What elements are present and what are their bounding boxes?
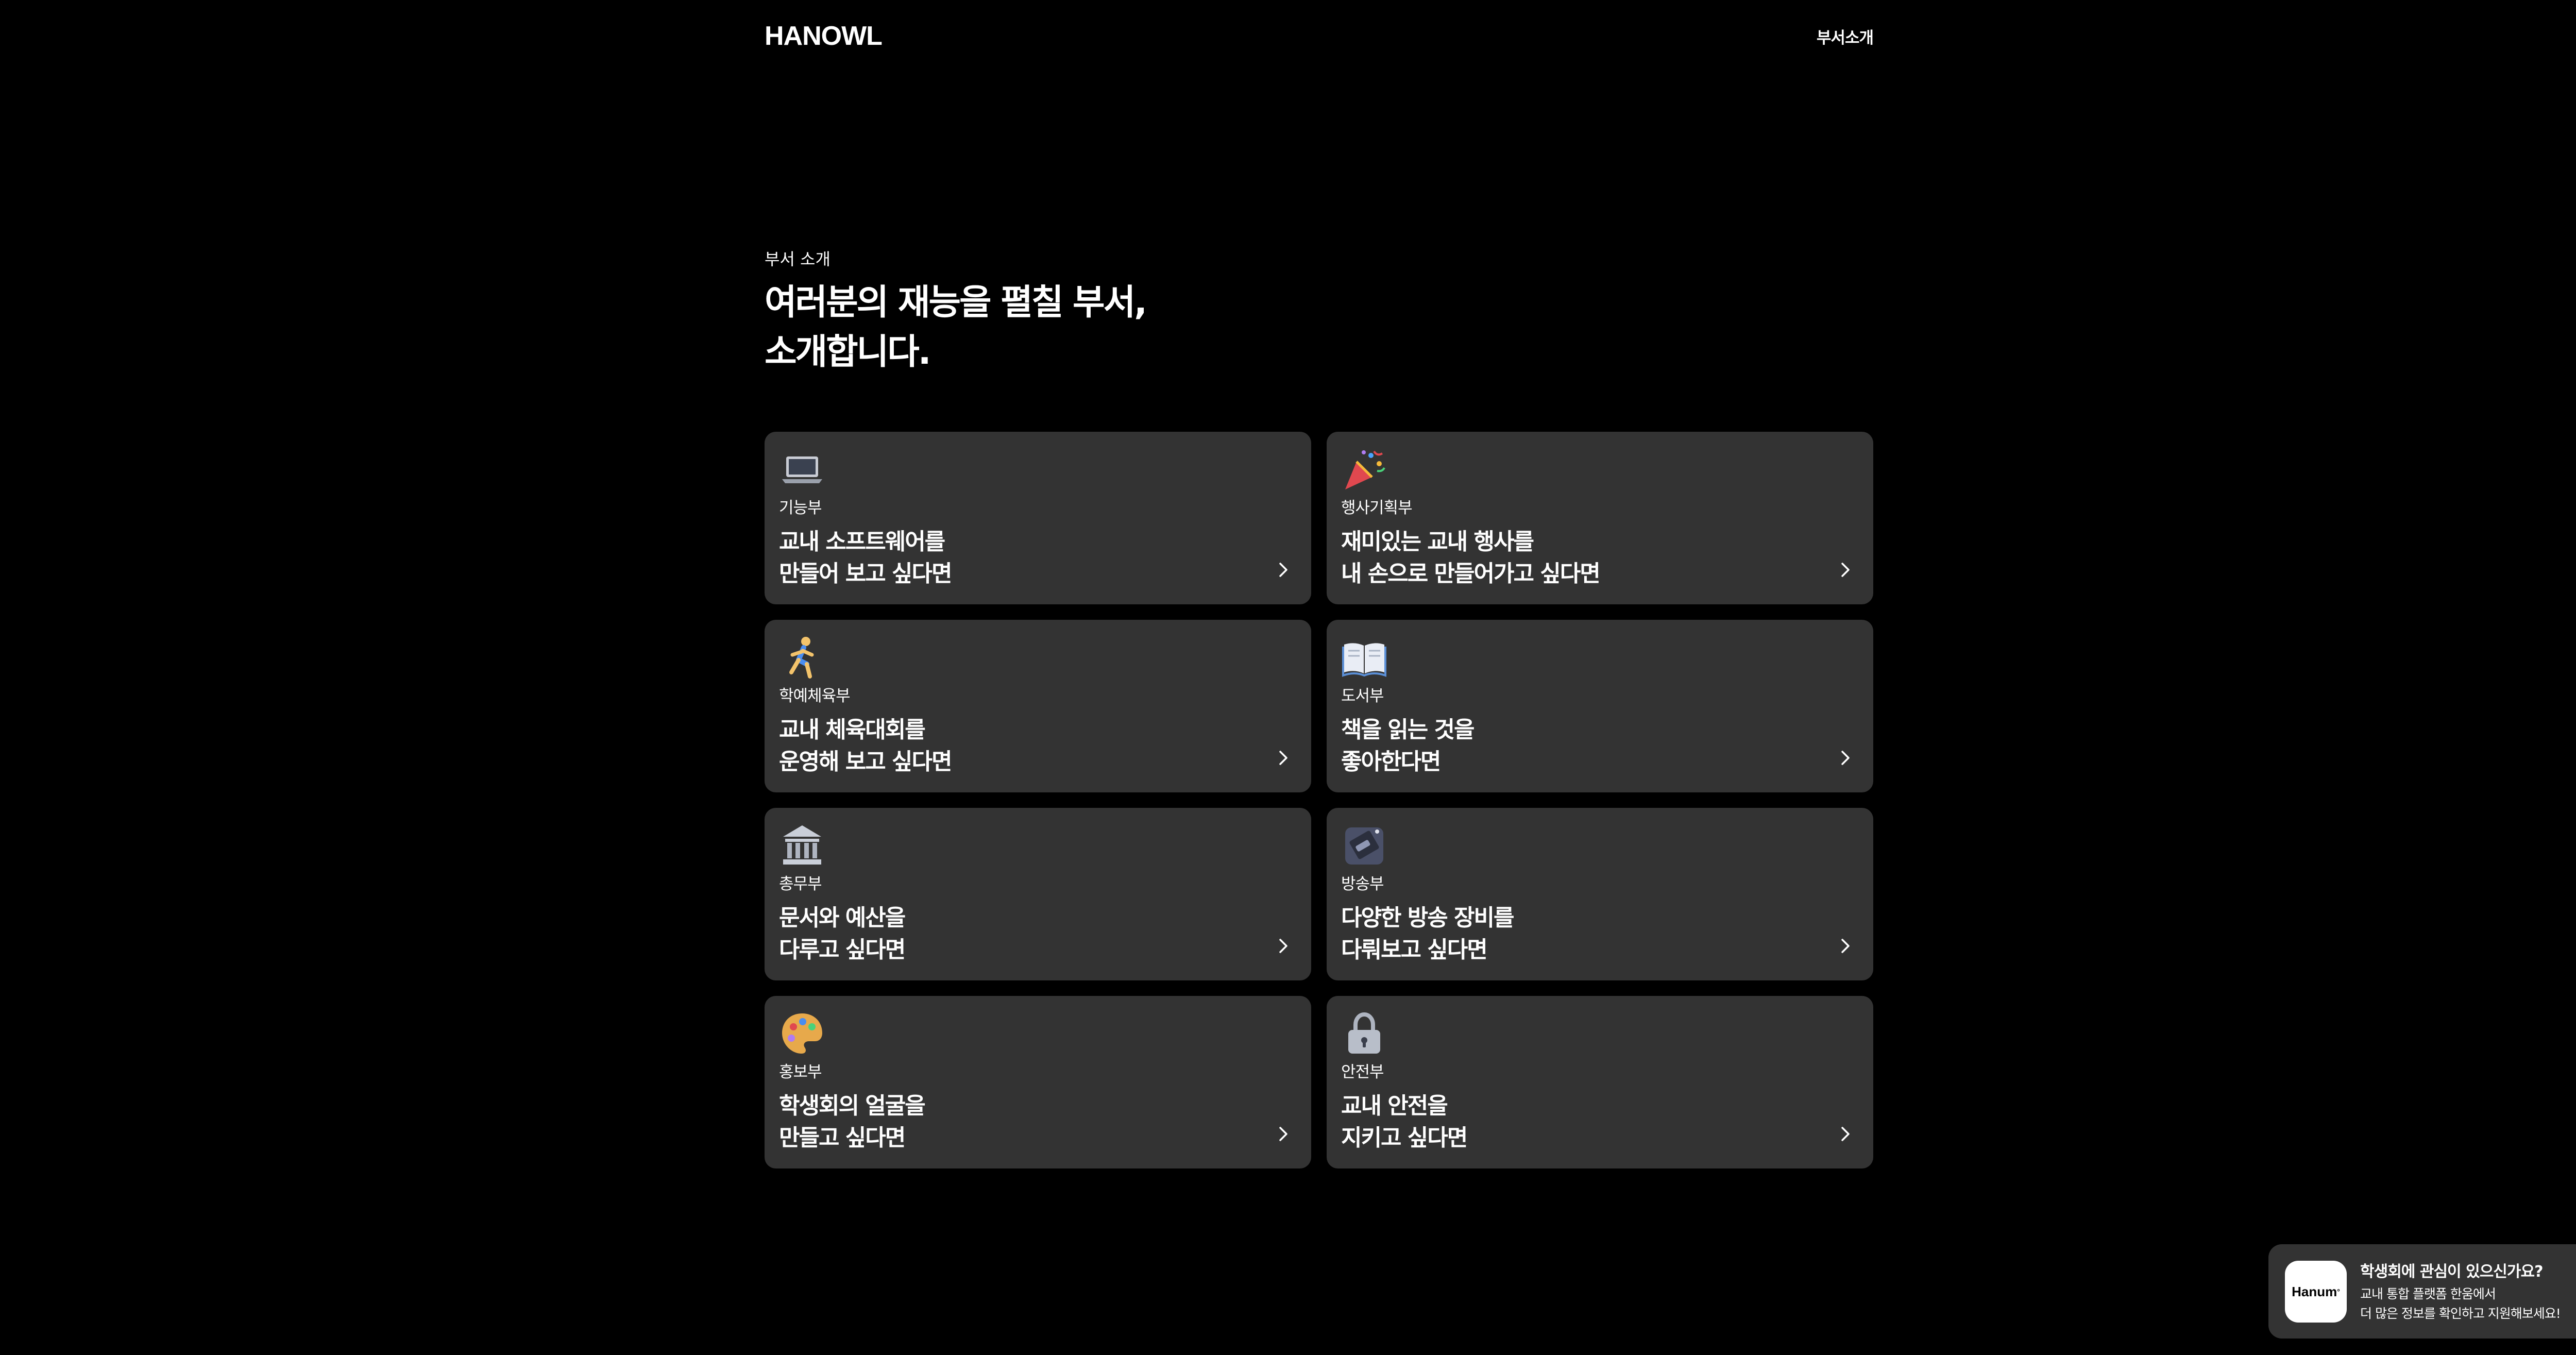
description-line: 다뤄보고 싶다면 bbox=[1341, 937, 1488, 963]
department-card-broadcasting[interactable]: 방송부 다양한 방송 장비를 다뤄보고 싶다면 bbox=[1327, 808, 1873, 980]
department-description: 학생회의 얼굴을 만들고 싶다면 bbox=[779, 1090, 1297, 1154]
description-line: 교내 소프트웨어를 bbox=[779, 529, 945, 555]
palette-icon bbox=[782, 1013, 822, 1054]
description-line: 학생회의 얼굴을 bbox=[779, 1093, 926, 1119]
chevron-right-icon bbox=[1841, 563, 1850, 577]
department-card-safety[interactable]: 안전부 교내 안전을 지키고 싶다면 bbox=[1327, 996, 1873, 1168]
department-description: 다양한 방송 장비를 다뤄보고 싶다면 bbox=[1341, 902, 1859, 966]
open-book-icon bbox=[1342, 643, 1386, 677]
page-title: 여러분의 재능을 펼칠 부서, 소개합니다. bbox=[765, 278, 1147, 377]
department-name: 행사기획부 bbox=[1341, 499, 1413, 517]
description-line: 다루고 싶다면 bbox=[779, 937, 906, 963]
section-label: 부서 소개 bbox=[765, 249, 831, 269]
toast-title: 학생회에 관심이 있으신가요? bbox=[2360, 1263, 2543, 1281]
headline-line-2: 소개합니다. bbox=[765, 332, 931, 372]
department-name: 방송부 bbox=[1341, 875, 1384, 893]
description-line: 문서와 예산을 bbox=[779, 905, 906, 931]
description-line: 다양한 방송 장비를 bbox=[1341, 905, 1514, 931]
running-icon bbox=[789, 637, 814, 679]
description-line: 재미있는 교내 행사를 bbox=[1341, 529, 1534, 555]
toast-body-line: 교내 통합 플랫폼 한움에서 bbox=[2360, 1286, 2496, 1301]
description-line: 만들고 싶다면 bbox=[779, 1125, 906, 1151]
description-line: 운영해 보고 싶다면 bbox=[779, 749, 952, 775]
department-grid: 기능부 교내 소프트웨어를 만들어 보고 싶다면 행사기획부 재미있는 교내 행… bbox=[765, 432, 1873, 1168]
hanum-logo-text: Hanum bbox=[2292, 1283, 2337, 1299]
description-line: 지키고 싶다면 bbox=[1341, 1125, 1468, 1151]
department-name: 안전부 bbox=[1341, 1063, 1384, 1081]
description-line: 만들어 보고 싶다면 bbox=[779, 561, 952, 587]
header: HANOWL 부서소개 bbox=[765, 21, 1874, 52]
headline-line-1: 여러분의 재능을 펼칠 부서, bbox=[765, 282, 1147, 323]
department-description: 재미있는 교내 행사를 내 손으로 만들어가고 싶다면 bbox=[1341, 526, 1859, 590]
party-popper-icon bbox=[1345, 450, 1385, 489]
toast-body-line: 더 많은 정보를 확인하고 지원해보세요! bbox=[2360, 1306, 2561, 1321]
bank-icon bbox=[783, 825, 821, 865]
department-description: 문서와 예산을 다루고 싶다면 bbox=[779, 902, 1297, 966]
description-line: 책을 읽는 것을 bbox=[1341, 717, 1475, 743]
department-card-arts-sports[interactable]: 학예체육부 교내 체육대회를 운영해 보고 싶다면 bbox=[765, 620, 1311, 792]
laptop-icon bbox=[782, 456, 822, 483]
description-line: 내 손으로 만들어가고 싶다면 bbox=[1341, 561, 1601, 587]
department-card-library[interactable]: 도서부 책을 읽는 것을 좋아한다면 bbox=[1327, 620, 1873, 792]
department-card-event-planning[interactable]: 행사기획부 재미있는 교내 행사를 내 손으로 만들어가고 싶다면 bbox=[1327, 432, 1873, 604]
chevron-right-icon bbox=[1841, 939, 1850, 953]
department-description: 교내 안전을 지키고 싶다면 bbox=[1341, 1090, 1859, 1154]
chevron-right-icon bbox=[1279, 563, 1287, 577]
nav-link-departments[interactable]: 부서소개 bbox=[1817, 25, 1874, 48]
recruitment-toast[interactable]: Hanum ° 학생회에 관심이 있으신가요? 교내 통합 플랫폼 한움에서 더 … bbox=[2268, 1244, 2576, 1339]
chevron-right-icon bbox=[1279, 939, 1287, 953]
department-card-public-relations[interactable]: 홍보부 학생회의 얼굴을 만들고 싶다면 bbox=[765, 996, 1311, 1168]
chevron-right-icon bbox=[1279, 751, 1287, 765]
department-description: 교내 체육대회를 운영해 보고 싶다면 bbox=[779, 714, 1297, 778]
department-name: 총무부 bbox=[779, 875, 822, 893]
department-name: 기능부 bbox=[779, 499, 822, 517]
chevron-right-icon bbox=[1841, 751, 1850, 765]
chevron-right-icon bbox=[1841, 1127, 1850, 1141]
description-line: 좋아한다면 bbox=[1341, 749, 1441, 775]
logo[interactable]: HANOWL bbox=[765, 21, 883, 52]
hanum-logo: Hanum ° bbox=[2285, 1261, 2347, 1323]
department-name: 도서부 bbox=[1341, 687, 1384, 705]
department-description: 교내 소프트웨어를 만들어 보고 싶다면 bbox=[779, 526, 1297, 590]
department-name: 홍보부 bbox=[779, 1063, 822, 1081]
lock-icon bbox=[1348, 1012, 1380, 1054]
description-line: 교내 체육대회를 bbox=[779, 717, 926, 743]
broadcast-icon bbox=[1345, 827, 1383, 865]
chevron-right-icon bbox=[1279, 1127, 1287, 1141]
department-card-gineung[interactable]: 기능부 교내 소프트웨어를 만들어 보고 싶다면 bbox=[765, 432, 1311, 604]
department-name: 학예체육부 bbox=[779, 687, 851, 705]
department-card-general-affairs[interactable]: 총무부 문서와 예산을 다루고 싶다면 bbox=[765, 808, 1311, 980]
toast-body: 교내 통합 플랫폼 한움에서 더 많은 정보를 확인하고 지원해보세요! bbox=[2360, 1284, 2561, 1324]
description-line: 교내 안전을 bbox=[1341, 1093, 1448, 1119]
department-description: 책을 읽는 것을 좋아한다면 bbox=[1341, 714, 1859, 778]
